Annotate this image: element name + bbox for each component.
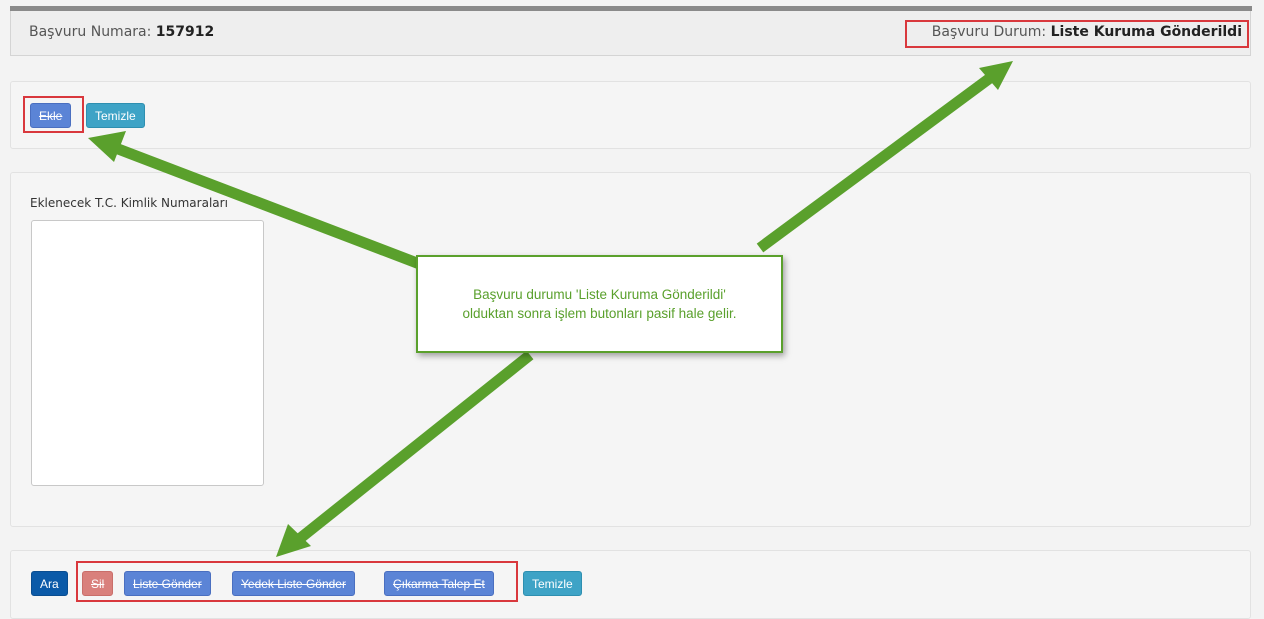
arrow-to-ekle (111, 141, 432, 274)
annotation-callout: Başvuru durumu 'Liste Kuruma Gönderildi'… (416, 255, 783, 353)
arrow-to-durum (756, 73, 994, 253)
arrow-to-buttons (294, 350, 534, 545)
annotation-line-1: Başvuru durumu 'Liste Kuruma Gönderildi' (473, 287, 726, 302)
annotation-line-2: olduktan sonra işlem butonları pasif hal… (462, 306, 737, 321)
